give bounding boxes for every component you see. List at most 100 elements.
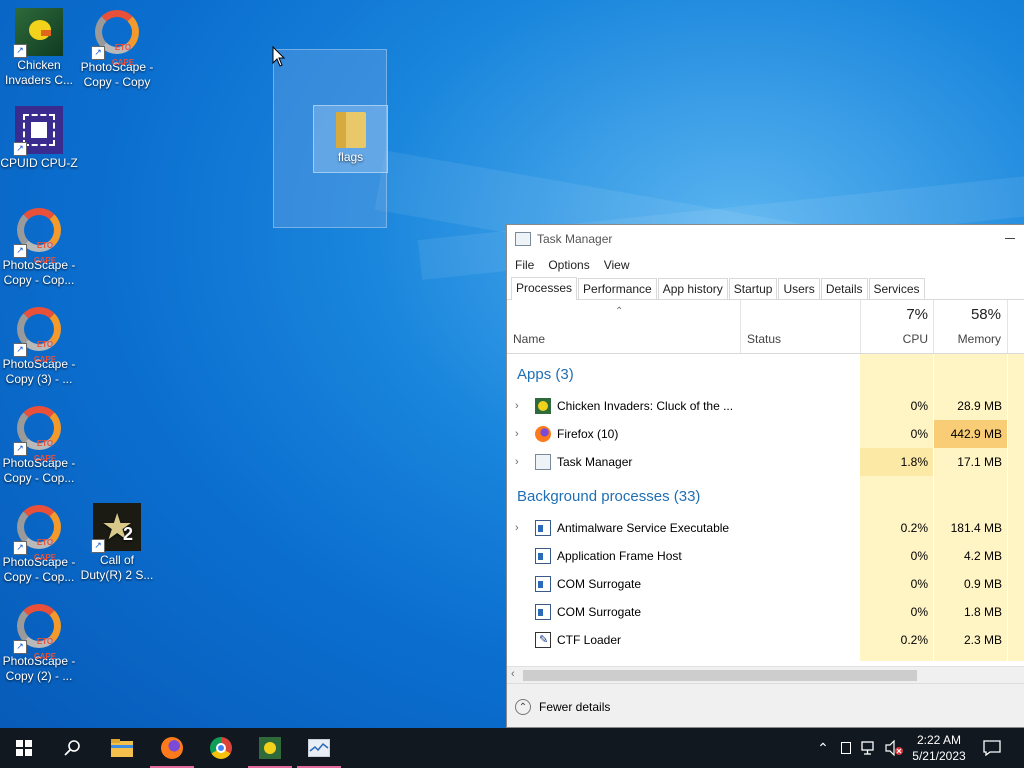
column-header-name[interactable]: Name xyxy=(513,332,545,346)
menu-view[interactable]: View xyxy=(604,258,630,272)
group-header-apps[interactable]: Apps (3) xyxy=(517,366,574,383)
process-row[interactable]: Application Frame Host 0% 4.2 MB xyxy=(507,542,1024,570)
shortcut-arrow-icon: ↗ xyxy=(13,44,27,58)
service-icon xyxy=(535,548,551,564)
desktop-icon-photoscape[interactable]: ETO CAPE ↗ PhotoScape - Copy - Cop... xyxy=(0,503,78,585)
tab-details[interactable]: Details xyxy=(820,278,868,299)
clock[interactable]: 2:22 AM 5/21/2023 xyxy=(906,728,972,768)
firefox-icon xyxy=(161,737,183,759)
tab-strip: Processes Performance App history Startu… xyxy=(507,277,1024,300)
network-icon xyxy=(861,741,874,755)
start-icon xyxy=(16,740,32,756)
menu-bar: File Options View xyxy=(507,253,1024,277)
window-title: Task Manager xyxy=(537,232,613,246)
photoscape-icon: ETO CAPE ↗ xyxy=(13,505,63,562)
taskbar-firefox[interactable] xyxy=(148,728,196,768)
memory-total: 58% xyxy=(970,306,1001,323)
title-bar[interactable]: Task Manager xyxy=(507,225,1024,253)
chevron-right-icon[interactable]: › xyxy=(515,522,519,534)
desktop-icon-label: Call of Duty(R) 2 S... xyxy=(80,553,154,582)
tab-startup[interactable]: Startup xyxy=(728,278,778,299)
desktop-icon-label: CPUID CPU-Z xyxy=(0,156,78,170)
chevron-right-icon[interactable]: › xyxy=(515,400,519,412)
taskbar-file-explorer[interactable] xyxy=(98,728,146,768)
tab-processes[interactable]: Processes xyxy=(511,277,578,300)
shortcut-arrow-icon: ↗ xyxy=(13,244,27,258)
tray-app-icon[interactable] xyxy=(836,728,856,768)
notifications-button[interactable] xyxy=(978,728,1006,768)
mouse-cursor-icon xyxy=(272,46,286,67)
process-row[interactable]: › Antimalware Service Executable 0.2% 18… xyxy=(507,514,1024,542)
chicken-invaders-icon xyxy=(535,398,551,414)
group-header-background[interactable]: Background processes (33) xyxy=(517,488,700,505)
folder-icon xyxy=(335,112,366,148)
tab-app-history[interactable]: App history xyxy=(657,278,728,299)
start-button[interactable] xyxy=(0,728,48,768)
column-header-memory[interactable]: Memory xyxy=(939,332,1001,346)
photoscape-icon: ETO CAPE ↗ xyxy=(91,10,141,67)
desktop-icon-photoscape[interactable]: ETO CAPE ↗ PhotoScape - Copy (2) - ... xyxy=(0,602,78,684)
scroll-left-icon[interactable]: ‹ xyxy=(511,668,515,680)
desktop-icon-label: Chicken Invaders C... xyxy=(4,58,74,87)
desktop-icon-chicken-invaders[interactable]: ↗ Chicken Invaders C... xyxy=(0,8,78,88)
network-button[interactable] xyxy=(858,728,882,768)
chevron-up-icon[interactable]: ⌃ xyxy=(515,699,531,715)
horizontal-scrollbar[interactable]: ‹ xyxy=(507,666,1024,684)
photoscape-icon: ETO CAPE ↗ xyxy=(13,208,63,265)
menu-file[interactable]: File xyxy=(515,258,534,272)
tab-services[interactable]: Services xyxy=(868,278,925,299)
desktop-icon-call-of-duty[interactable]: ★ 2 ↗ Call of Duty(R) 2 S... xyxy=(78,503,156,583)
desktop-icon-photoscape[interactable]: ETO CAPE ↗ PhotoScape - Copy - Cop... xyxy=(0,404,78,486)
tab-users[interactable]: Users xyxy=(778,278,820,299)
service-icon xyxy=(535,604,551,620)
file-explorer-icon xyxy=(111,739,133,757)
taskbar: ⌃ 2:22 AM 5/21/2023 xyxy=(0,728,1024,768)
sort-caret-icon: ⌃ xyxy=(615,306,624,317)
tablet-icon xyxy=(841,742,851,754)
column-header-cpu[interactable]: CPU xyxy=(867,332,928,346)
fewer-details-link[interactable]: Fewer details xyxy=(539,700,610,714)
task-manager-icon xyxy=(308,739,330,757)
chicken-invaders-icon xyxy=(259,737,281,759)
process-list[interactable]: Apps (3) › Chicken Invaders: Cluck of th… xyxy=(507,354,1024,661)
photoscape-icon: ETO CAPE ↗ xyxy=(13,604,63,661)
taskbar-chicken-invaders[interactable] xyxy=(246,728,294,768)
chevron-right-icon[interactable]: › xyxy=(515,456,519,468)
chicken-invaders-icon: ↗ xyxy=(13,8,63,58)
minimize-button[interactable] xyxy=(1005,238,1015,239)
desktop-icon-photoscape[interactable]: ETO CAPE ↗ PhotoScape - Copy - Cop... xyxy=(0,206,78,288)
search-button[interactable] xyxy=(48,728,96,768)
scrollbar-thumb[interactable] xyxy=(523,670,917,681)
chevron-right-icon[interactable]: › xyxy=(515,428,519,440)
ctf-loader-icon: ✎ xyxy=(535,632,551,648)
cpuz-icon: ↗ xyxy=(13,106,63,156)
clock-time: 2:22 AM xyxy=(916,733,962,747)
shortcut-arrow-icon: ↗ xyxy=(13,640,27,654)
desktop-icon-cpuz[interactable]: ↗ CPUID CPU-Z xyxy=(0,106,78,171)
process-row[interactable]: › Chicken Invaders: Cluck of the ... 0% … xyxy=(507,392,1024,420)
process-row[interactable]: ✎ CTF Loader 0.2% 2.3 MB xyxy=(507,626,1024,654)
volume-muted-icon xyxy=(885,740,903,756)
process-row[interactable]: › Firefox (10) 0% 442.9 MB xyxy=(507,420,1024,448)
shortcut-arrow-icon: ↗ xyxy=(13,541,27,555)
column-header-status[interactable]: Status xyxy=(747,332,781,346)
shortcut-arrow-icon: ↗ xyxy=(91,539,105,553)
service-icon xyxy=(535,520,551,536)
volume-button[interactable] xyxy=(882,728,906,768)
desktop-icon-photoscape[interactable]: ETO CAPE ↗ PhotoScape - Copy (3) - ... xyxy=(0,305,78,387)
taskbar-task-manager[interactable] xyxy=(295,728,343,768)
taskbar-chrome[interactable] xyxy=(197,728,245,768)
desktop-folder-flags[interactable]: flags xyxy=(313,105,388,173)
process-row[interactable]: COM Surrogate 0% 0.9 MB xyxy=(507,570,1024,598)
menu-options[interactable]: Options xyxy=(548,258,589,272)
tab-performance[interactable]: Performance xyxy=(578,278,657,299)
task-manager-window[interactable]: Task Manager File Options View Processes… xyxy=(506,224,1024,728)
footer-bar: ⌃ Fewer details xyxy=(507,683,1024,727)
photoscape-icon: ETO CAPE ↗ xyxy=(13,406,63,463)
process-row[interactable]: › Task Manager 1.8% 17.1 MB xyxy=(507,448,1024,476)
search-icon xyxy=(64,740,80,756)
task-manager-icon xyxy=(515,232,531,246)
desktop-icon-photoscape[interactable]: ETO CAPE ↗ PhotoScape - Copy - Copy xyxy=(78,8,156,90)
process-row[interactable]: COM Surrogate 0% 1.8 MB xyxy=(507,598,1024,626)
tray-overflow-button[interactable]: ⌃ xyxy=(812,728,834,768)
